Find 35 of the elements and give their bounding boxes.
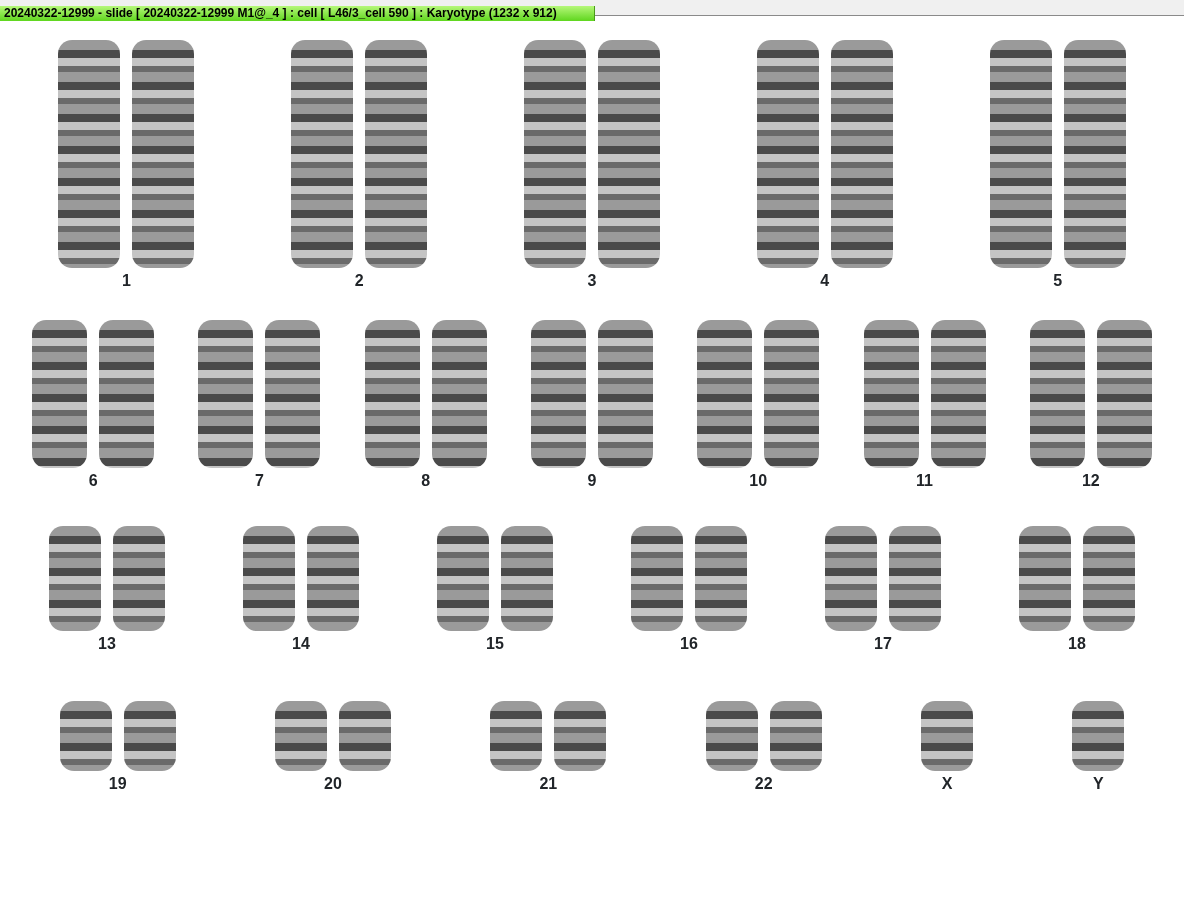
chromosome-image [339, 701, 391, 771]
chromosome-image [275, 701, 327, 771]
chromosome-number: 19 [108, 775, 127, 793]
chromosome-number: 7 [254, 472, 264, 490]
chromosome-number: 2 [354, 272, 364, 290]
chromosome-number: 3 [587, 272, 597, 290]
chromosome-number: 13 [98, 635, 116, 653]
chromosome-number: 4 [820, 272, 830, 290]
chromosome-image [705, 701, 758, 771]
chromosome-image [123, 701, 176, 771]
chromosome-number: 6 [88, 472, 98, 490]
chromosome-number: 11 [916, 472, 933, 490]
chromosome-number: 8 [421, 472, 431, 490]
chromosome-number: X [941, 775, 953, 793]
chromosome-number: 18 [1068, 635, 1086, 653]
chromosome-number: 15 [486, 635, 504, 653]
chromosome-number: Y [1092, 775, 1104, 793]
chromosome-image [490, 701, 543, 771]
chromosome-number: 21 [539, 775, 558, 793]
chromosome-number: 12 [1081, 472, 1100, 490]
chromosome-number: 1 [121, 272, 131, 290]
window-title: 20240322-12999 - slide [ 20240322-12999 M1@_4 ] : cell [ L46/3_cell 590 ] : Karyotype (1232 x 912) [0, 6, 595, 21]
chromosome-number: 14 [292, 635, 310, 653]
chromosome-number: 22 [754, 775, 773, 793]
chromosome-number: 16 [680, 635, 698, 653]
chromosome-image [769, 701, 822, 771]
chromosome-number: 20 [324, 775, 342, 793]
chromosome-number: 5 [1053, 272, 1063, 290]
chromosome-image [554, 701, 607, 771]
chromosome-number: 17 [874, 635, 892, 653]
chromosome-image [59, 701, 112, 771]
chromosome-image [1072, 701, 1125, 771]
chromosome-number: 10 [749, 472, 768, 490]
chromosome-image [920, 701, 973, 771]
chromosome-number: 9 [587, 472, 597, 490]
